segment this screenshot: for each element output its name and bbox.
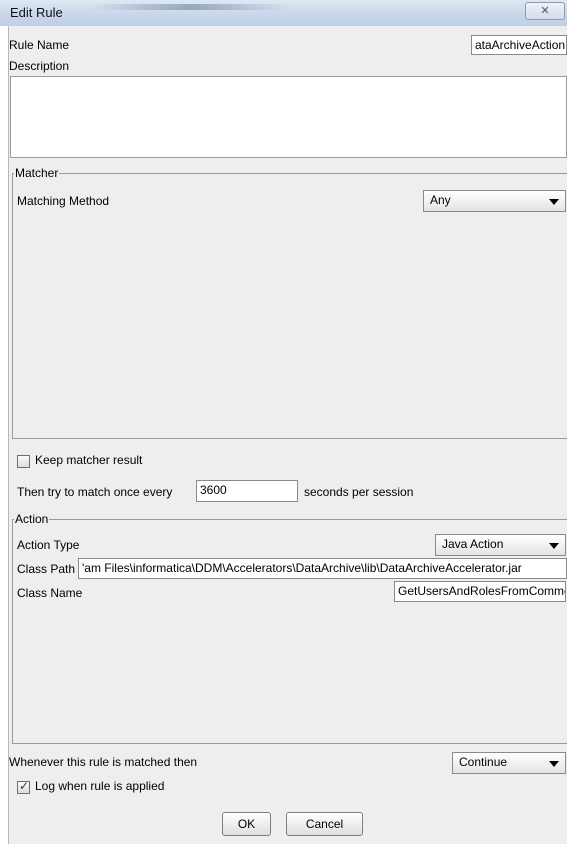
matcher-group-title: Matcher (14, 166, 60, 180)
checkmark-icon: ✓ (19, 779, 30, 793)
matching-method-select[interactable]: Any (423, 190, 566, 212)
class-name-label: Class Name (17, 586, 83, 600)
chevron-down-icon (549, 199, 559, 205)
class-path-input[interactable]: 'am Files\informatica\DDM\Accelerators\D… (78, 558, 567, 579)
match-interval-input[interactable]: 3600 (196, 480, 298, 502)
matching-method-label: Matching Method (17, 194, 110, 208)
log-applied-label: Log when rule is applied (35, 779, 165, 793)
action-group-title: Action (14, 512, 50, 526)
matcher-group (12, 173, 567, 439)
on-match-label: Whenever this rule is matched then (9, 755, 198, 769)
chevron-down-icon (549, 761, 559, 767)
class-name-input[interactable]: GetUsersAndRolesFromComment (394, 581, 566, 602)
action-type-value: Java Action (442, 537, 504, 551)
keep-matcher-checkbox[interactable] (17, 455, 30, 468)
action-type-label: Action Type (17, 538, 80, 552)
match-interval-suffix: seconds per session (304, 485, 414, 499)
keep-matcher-label: Keep matcher result (35, 453, 143, 467)
match-interval-prefix: Then try to match once every (17, 485, 173, 499)
class-path-label: Class Path (17, 562, 76, 576)
description-label: Description (9, 59, 70, 73)
cancel-button[interactable]: Cancel (286, 812, 363, 836)
matching-method-value: Any (430, 193, 451, 207)
close-button[interactable]: ✕ (525, 2, 565, 20)
rule-name-label: Rule Name (9, 38, 70, 52)
chevron-down-icon (549, 543, 559, 549)
ok-button[interactable]: OK (222, 812, 271, 836)
title-bar-highlight (90, 4, 290, 10)
on-match-select[interactable]: Continue (452, 752, 566, 774)
rule-name-input[interactable]: ataArchiveAction (471, 35, 567, 55)
window-title: Edit Rule (10, 5, 63, 20)
close-icon: ✕ (540, 5, 550, 17)
log-applied-checkbox[interactable]: ✓ (17, 779, 30, 794)
action-type-select[interactable]: Java Action (435, 534, 566, 556)
on-match-value: Continue (459, 755, 508, 769)
description-textarea[interactable] (10, 76, 567, 158)
